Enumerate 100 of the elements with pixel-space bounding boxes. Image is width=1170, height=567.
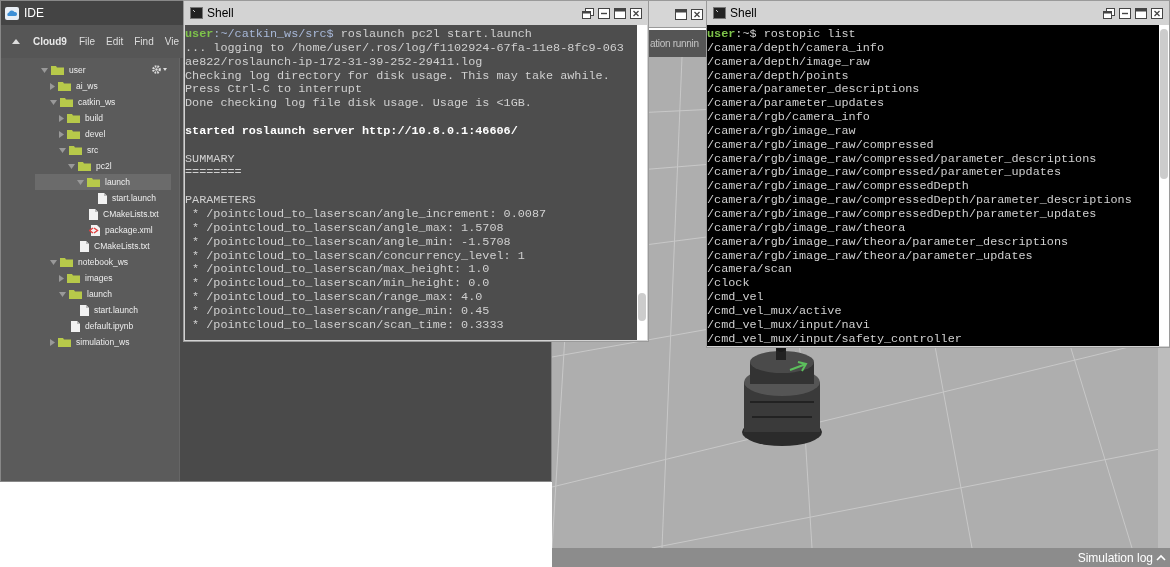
- tree-item[interactable]: package.xml: [35, 222, 171, 238]
- tree-item[interactable]: start.launch: [35, 302, 171, 318]
- simulation-log-button[interactable]: Simulation log: [1077, 549, 1166, 566]
- output-line: /cmd_vel_mux/input/navi: [707, 318, 871, 333]
- output-line: Checking log directory for disk usage. This may take awhile.: [185, 69, 611, 84]
- menu-item[interactable]: Vie: [164, 34, 179, 49]
- window-title: Shell: [730, 5, 758, 22]
- tree-item[interactable]: ai_ws: [35, 78, 171, 94]
- folder-icon: [69, 289, 82, 299]
- maximize-icon[interactable]: [1135, 7, 1147, 19]
- tree-item[interactable]: launch: [35, 286, 171, 302]
- output-line: /camera/rgb/image_raw/compressedDepth/parameter_updates: [707, 207, 1098, 222]
- menu-brand[interactable]: Cloud9: [33, 34, 67, 49]
- folder-icon: [67, 129, 80, 139]
- output-line: /camera/rgb/camera_info: [707, 111, 871, 125]
- tree-item[interactable]: launch: [35, 174, 171, 190]
- restore-icon[interactable]: [582, 7, 594, 19]
- expanded-arrow-icon[interactable]: [50, 259, 57, 265]
- output-line: /camera/depth/points: [707, 69, 850, 84]
- folder-icon: [87, 177, 100, 187]
- tree-item[interactable]: CMakeLists.txt: [35, 238, 171, 254]
- tree-item[interactable]: images: [35, 270, 171, 286]
- tree-item[interactable]: notebook_ws: [35, 254, 171, 270]
- folder-icon: [51, 65, 64, 75]
- collapsed-arrow-icon[interactable]: [50, 338, 55, 346]
- output-line: /camera/rgb/image_raw/compressed: [707, 138, 935, 153]
- document-icon: [80, 240, 89, 252]
- output-line: * /pointcloud_to_laserscan/scan_time: 0.3333: [191, 318, 505, 333]
- output-line: /camera/rgb/image_raw/compressedDepth/parameter_descriptions: [707, 194, 1133, 208]
- command-line: user:~/catkin_ws/src$ roslaunch pc2l start.launch: [185, 28, 533, 42]
- output-line: Done checking log file disk usage. Usage is <1GB.: [185, 97, 533, 112]
- expanded-arrow-icon[interactable]: [50, 99, 57, 105]
- output-line: ae822/roslaunch-ip-172-31-39-252-29411.log: [185, 55, 484, 70]
- output-line: /camera/rgb/image_raw/theora/parameter_descriptions: [707, 235, 1070, 250]
- folder-icon: [60, 257, 73, 267]
- output-line: /camera/scan: [707, 263, 793, 278]
- output-line: /cmd_vel: [707, 291, 765, 305]
- folder-icon: [67, 273, 80, 283]
- expanded-arrow-icon[interactable]: [59, 291, 66, 297]
- minimize-icon[interactable]: [1119, 7, 1131, 19]
- minimize-icon[interactable]: [598, 7, 610, 19]
- folder-icon: [60, 97, 73, 107]
- menu-item[interactable]: File: [78, 34, 95, 49]
- output-line: * /pointcloud_to_laserscan/max_height: 1.0: [191, 263, 491, 278]
- collapsed-arrow-icon[interactable]: [59, 274, 64, 282]
- output-line: * /pointcloud_to_laserscan/concurrency_level: 1: [191, 249, 526, 264]
- window-title: IDE: [24, 5, 44, 22]
- document-icon: [80, 304, 89, 316]
- window-title: Shell: [207, 5, 235, 22]
- expanded-arrow-icon[interactable]: [68, 163, 75, 169]
- maximize-icon[interactable]: [675, 8, 687, 20]
- tree-item[interactable]: build: [35, 110, 171, 126]
- tree-item[interactable]: pc2l: [35, 158, 171, 174]
- menu-item[interactable]: Edit: [106, 34, 124, 49]
- folder-icon: [58, 337, 71, 347]
- collapsed-arrow-icon[interactable]: [50, 82, 55, 90]
- folder-icon: [78, 161, 91, 171]
- output-line: /camera/rgb/image_raw/compressed/parameter_updates: [707, 166, 1062, 181]
- maximize-icon[interactable]: [614, 7, 626, 19]
- output-line: PARAMETERS: [185, 194, 257, 208]
- expanded-arrow-icon[interactable]: [41, 67, 48, 73]
- output-line: /camera/depth/camera_info: [707, 41, 885, 56]
- output-line: Press Ctrl-C to interrupt: [185, 83, 363, 98]
- tree-item[interactable]: default.ipynb: [35, 318, 171, 334]
- tree-item[interactable]: CMakeLists.txt: [35, 206, 171, 222]
- close-icon[interactable]: [630, 7, 642, 19]
- expanded-arrow-icon[interactable]: [59, 147, 66, 153]
- scrollbar[interactable]: [1159, 25, 1169, 346]
- restore-icon[interactable]: [1103, 7, 1115, 19]
- output-line: /camera/rgb/image_raw/theora/parameter_updates: [707, 249, 1034, 264]
- menu-item[interactable]: Find: [134, 34, 154, 49]
- code-file-icon: [89, 224, 100, 236]
- output-line: * /pointcloud_to_laserscan/range_max: 4.0: [191, 291, 484, 305]
- tree-item[interactable]: start.launch: [35, 190, 171, 206]
- folder-icon: [69, 145, 82, 155]
- terminal-icon: [190, 7, 203, 19]
- output-line: /camera/rgb/image_raw/compressed/parameter_descriptions: [707, 152, 1098, 167]
- folder-icon: [67, 113, 80, 123]
- output-line: /cmd_vel_mux/input/safety_controller: [707, 332, 963, 346]
- tree-item[interactable]: simulation_ws: [35, 334, 171, 350]
- cloud-icon: [5, 6, 19, 20]
- output-line: /camera/rgb/image_raw/theora: [707, 221, 907, 236]
- status-text: ation runnin: [650, 37, 699, 51]
- settings-icon[interactable]: [151, 64, 167, 75]
- tree-item[interactable]: devel: [35, 126, 171, 142]
- output-line: ... logging to /home/user/.ros/log/f1102924-67fa-11e8-8fc9-063: [185, 41, 625, 56]
- expanded-arrow-icon[interactable]: [77, 179, 84, 185]
- output-line: * /pointcloud_to_laserscan/angle_max: 1.5708: [191, 221, 505, 236]
- output-line: /camera/rgb/image_raw: [707, 124, 857, 139]
- scrollbar[interactable]: [637, 25, 647, 340]
- close-icon[interactable]: [691, 8, 703, 20]
- output-line: SUMMARY: [185, 152, 236, 167]
- tree-item[interactable]: catkin_ws: [35, 94, 171, 110]
- close-icon[interactable]: [1151, 7, 1163, 19]
- tree-item[interactable]: src: [35, 142, 171, 158]
- document-icon: [98, 192, 107, 204]
- collapse-icon[interactable]: [12, 39, 20, 44]
- output-line: /camera/depth/image_raw: [707, 55, 871, 70]
- terminal-icon: [713, 7, 726, 19]
- tree-item[interactable]: user: [35, 62, 171, 78]
